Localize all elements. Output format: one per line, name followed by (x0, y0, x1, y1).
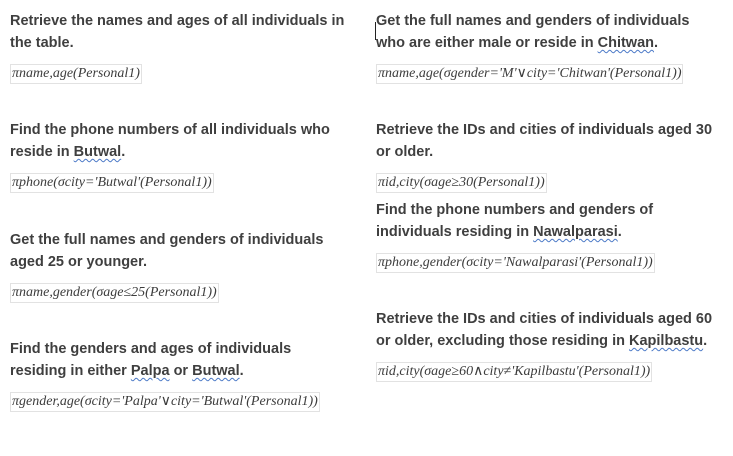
question-text[interactable]: Retrieve the IDs and cities of individua… (376, 308, 716, 352)
question-text[interactable]: Get the full names and genders of indivi… (376, 10, 716, 54)
question-block: Retrieve the names and ages of all indiv… (10, 10, 350, 84)
relational-algebra-formula[interactable]: πname,age(σgender='M'∨city='Chitwan'(Per… (376, 64, 684, 84)
relational-algebra-formula[interactable]: πphone,gender(σcity='Nawalparasi'(Person… (376, 253, 655, 273)
question-block: Retrieve the IDs and cities of individua… (376, 308, 716, 382)
question-block: Find the phone numbers of all individual… (10, 119, 350, 193)
question-block: Find the phone numbers and genders of in… (376, 199, 716, 273)
question-text[interactable]: Find the genders and ages of individuals… (10, 338, 350, 382)
question-text[interactable]: Retrieve the IDs and cities of individua… (376, 119, 716, 163)
question-block: Get the full names and genders of indivi… (10, 229, 350, 303)
question-text[interactable]: Find the phone numbers of all individual… (10, 119, 350, 163)
question-text[interactable]: Find the phone numbers and genders of in… (376, 199, 716, 243)
question-block: Retrieve the IDs and cities of individua… (376, 119, 716, 193)
relational-algebra-formula[interactable]: πname,gender(σage≤25(Personal1)) (10, 283, 219, 303)
question-block: Find the genders and ages of individuals… (10, 338, 350, 412)
question-text[interactable]: Get the full names and genders of indivi… (10, 229, 350, 273)
question-text[interactable]: Retrieve the names and ages of all indiv… (10, 10, 350, 54)
text-cursor (375, 22, 376, 40)
relational-algebra-formula[interactable]: πid,city(σage≥30(Personal1)) (376, 173, 547, 193)
relational-algebra-formula[interactable]: πname,age(Personal1) (10, 64, 142, 84)
relational-algebra-formula[interactable]: πid,city(σage≥60∧city≠'Kapilbastu'(Perso… (376, 362, 653, 382)
document-page: Retrieve the names and ages of all indiv… (0, 0, 733, 456)
relational-algebra-formula[interactable]: πphone(σcity='Butwal'(Personal1)) (10, 173, 214, 193)
relational-algebra-formula[interactable]: πgender,age(σcity='Palpa'∨city='Butwal'(… (10, 392, 320, 412)
question-block: Get the full names and genders of indivi… (375, 10, 716, 84)
